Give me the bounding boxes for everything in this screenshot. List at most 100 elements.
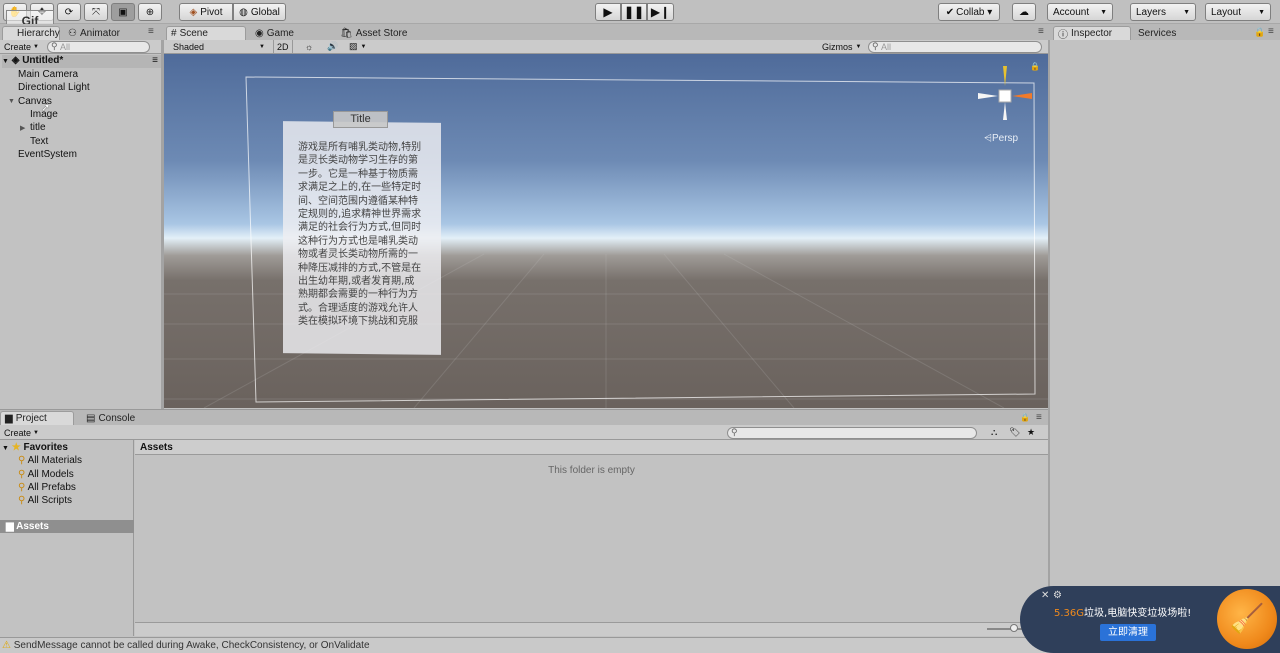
layers-dropdown[interactable]: Layers ▼	[1130, 3, 1196, 21]
favorite-label: All Prefabs	[27, 482, 76, 493]
tab-console[interactable]: ▤ Console	[82, 411, 152, 425]
panel-menu-icon[interactable]: ≡	[1038, 26, 1044, 37]
y-axis-cone[interactable]	[1003, 66, 1007, 86]
tab-inspector[interactable]: ⓘ Inspector	[1053, 26, 1131, 41]
hierarchy-item-eventsystem[interactable]: EventSystem	[18, 149, 77, 160]
global-label: Global	[250, 6, 280, 18]
project-tab-strip	[0, 409, 1048, 425]
assets-folder-item[interactable]: ▆ Assets	[0, 520, 134, 533]
game-icon: ◉	[255, 27, 264, 39]
clean-now-button[interactable]: 立即清理	[1100, 624, 1156, 641]
filter-by-label-button[interactable]: 🏷	[1006, 426, 1023, 439]
rotate-tool-button[interactable]: ⟳	[57, 3, 81, 21]
folder-icon: ▆	[6, 521, 14, 532]
scene-name: Untitled*	[22, 55, 64, 66]
favorites-all-prefabs[interactable]: ⚲ All Prefabs	[18, 482, 76, 493]
project-create-button[interactable]: Create ▼	[1, 426, 42, 439]
pivot-icon: ◈	[189, 6, 198, 18]
lock-icon[interactable]: 🔒	[1020, 413, 1030, 422]
cloud-button[interactable]: ☁	[1012, 3, 1036, 21]
expand-arrow-icon[interactable]: ▼	[8, 98, 15, 105]
persp-label[interactable]: ⩤Persp	[984, 133, 1018, 144]
animator-tab-label: Animator	[79, 27, 120, 39]
dropdown-arrow-icon: ▼	[259, 43, 265, 50]
speaker-icon: 🔊	[327, 41, 339, 51]
tab-asset-store[interactable]: 🛍 Asset Store	[336, 26, 416, 40]
favorites-item[interactable]: ▼ ★ Favorites	[2, 442, 68, 453]
lock-icon[interactable]: 🔒	[1030, 62, 1040, 71]
scene-viewport[interactable]: Title 游戏是所有哺乳类动物,特别是灵长类动物学习生存的第一步。它是一种基于…	[164, 54, 1048, 408]
layout-dropdown[interactable]: Layout ▼	[1205, 3, 1271, 21]
shading-mode-dropdown[interactable]: Shaded ▼	[170, 40, 268, 53]
hierarchy-item-directional-light[interactable]: Directional Light	[18, 82, 90, 93]
audio-toggle[interactable]: 🔊	[324, 40, 341, 53]
tab-scene[interactable]: # Scene	[166, 26, 246, 40]
rect-tool-button[interactable]: ▣	[111, 3, 135, 21]
lock-icon[interactable]: 🔒	[1254, 27, 1265, 38]
step-button[interactable]: ▶❙	[647, 3, 674, 21]
search-icon: ⚲	[18, 495, 26, 506]
scene-root-item[interactable]: ▼ ◈ Untitled* ≡	[2, 55, 161, 68]
panel-menu-icon[interactable]: ≡	[148, 26, 154, 37]
center-cube[interactable]	[998, 89, 1012, 103]
panel-menu-icon[interactable]: ≡	[152, 55, 158, 66]
panel-menu-icon[interactable]: ≡	[1036, 412, 1042, 423]
hierarchy-item-text[interactable]: Text	[30, 136, 48, 147]
collapse-arrow-icon[interactable]: ▶	[20, 124, 25, 132]
ui-title-text: Title	[350, 113, 371, 125]
globe-icon: ◍	[239, 6, 248, 18]
collab-button[interactable]: ✔ Collab ▾	[938, 3, 1000, 21]
panel-menu-icon[interactable]: ≡	[1268, 26, 1274, 37]
scene-search-input[interactable]: All	[868, 41, 1042, 53]
tab-animator[interactable]: ⚇ Animator	[64, 26, 130, 40]
pivot-button[interactable]: ◈ Pivot	[179, 3, 233, 21]
scene-icon: #	[171, 28, 177, 39]
shading-label: Shaded	[173, 41, 205, 52]
slider-thumb[interactable]	[1010, 624, 1018, 632]
tab-project[interactable]: ▆ Project	[0, 411, 74, 425]
hierarchy-item-main-camera[interactable]: Main Camera	[18, 69, 78, 80]
tag-icon: 🏷	[1009, 427, 1021, 437]
project-search-input[interactable]	[727, 427, 977, 439]
pivot-label: Pivot	[200, 6, 223, 18]
services-tab-label: Services	[1138, 27, 1177, 39]
global-button[interactable]: ◍ Global	[233, 3, 286, 21]
scale-tool-button[interactable]: ⤧	[84, 3, 108, 21]
ui-body-text[interactable]: 游戏是所有哺乳类动物,特别是灵长类动物学习生存的第一步。它是一种基于物质需求满足…	[298, 141, 424, 339]
favorites-all-models[interactable]: ⚲ All Models	[18, 469, 74, 480]
favorites-all-materials[interactable]: ⚲ All Materials	[18, 455, 82, 466]
neg-x-cone[interactable]	[978, 93, 998, 99]
hierarchy-create-button[interactable]: Create ▼	[1, 40, 42, 53]
tab-services[interactable]: Services	[1134, 26, 1198, 40]
effects-dropdown[interactable]: ▨ ▼	[346, 40, 369, 53]
hierarchy-item-title[interactable]: title	[30, 122, 46, 133]
hierarchy-create-label: Create	[4, 41, 32, 52]
search-icon: ⚲	[18, 469, 26, 480]
gear-icon[interactable]: ⚙	[1053, 590, 1062, 601]
favorite-button[interactable]: ★	[1024, 426, 1038, 439]
filter-by-type-button[interactable]: ⛬	[988, 426, 1000, 439]
rect-icon: ▣	[118, 6, 128, 18]
close-icon[interactable]: ✕	[1041, 590, 1049, 601]
pause-button[interactable]: ❚❚	[621, 3, 647, 21]
ui-title-box[interactable]: Title	[333, 111, 388, 128]
assets-breadcrumb[interactable]: Assets	[140, 442, 173, 453]
scene-orientation-gizmo[interactable]	[972, 62, 1042, 142]
hierarchy-search-input[interactable]: All	[47, 41, 150, 53]
play-button[interactable]: ▶	[595, 3, 621, 21]
tab-game[interactable]: ◉ Game	[251, 26, 321, 40]
filter-icon: ⛬	[991, 427, 998, 437]
popup-size: 5.36G	[1054, 608, 1085, 619]
x-axis-cone[interactable]	[1012, 93, 1032, 99]
asset-store-tab-label: Asset Store	[355, 27, 408, 39]
lighting-toggle[interactable]: ☼	[302, 40, 316, 53]
combined-tool-button[interactable]: ⊕	[138, 3, 162, 21]
gizmos-dropdown[interactable]: Gizmos ▼	[819, 40, 864, 53]
scene-search-placeholder: All	[881, 42, 892, 52]
2d-toggle[interactable]: 2D	[273, 40, 293, 53]
favorites-all-scripts[interactable]: ⚲ All Scripts	[18, 495, 72, 506]
tab-hierarchy[interactable]: Hierarchy	[2, 26, 60, 40]
account-dropdown[interactable]: Account ▼	[1047, 3, 1113, 21]
expand-arrow-icon[interactable]: ▼	[2, 58, 9, 65]
z-axis-cone[interactable]	[1003, 102, 1007, 120]
